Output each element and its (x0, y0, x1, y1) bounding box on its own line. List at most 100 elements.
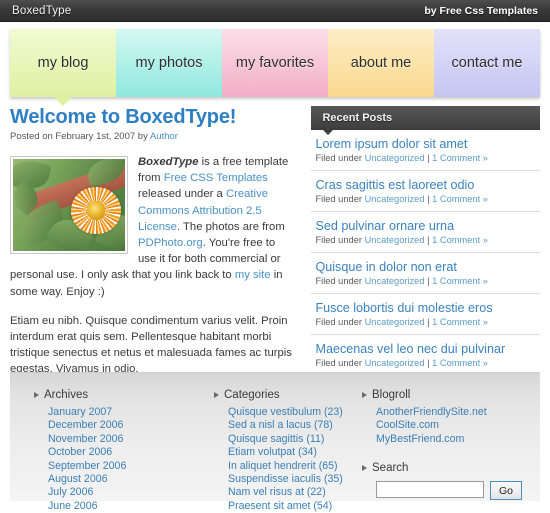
archive-link[interactable]: November 2006 (48, 433, 202, 446)
nav-item-label: my photos (135, 55, 203, 71)
free-css-templates-link[interactable]: Free CSS Templates (164, 172, 268, 184)
blogroll-link[interactable]: MyBestFriend.com (376, 433, 520, 446)
blogroll-link[interactable]: CoolSite.com (376, 419, 520, 432)
post-category-link[interactable]: Uncategorized (365, 235, 425, 245)
post-author-link[interactable]: Author (150, 131, 178, 142)
chevron-right-icon (362, 392, 367, 398)
category-link[interactable]: Suspendisse iaculis (35) (228, 473, 350, 486)
archives-heading-label: Archives (44, 389, 89, 401)
recent-post-meta: Filed under Uncategorized | 1 Comment » (315, 153, 487, 163)
recent-post-meta: Filed under Uncategorized | 1 Comment » (315, 194, 487, 204)
nav-item-label: contact me (451, 55, 523, 71)
post-category-link[interactable]: Uncategorized (365, 276, 425, 286)
post-meta-date: Posted on February 1st, 2007 by (10, 131, 150, 142)
recent-post-title[interactable]: Lorem ipsum dolor sit amet (315, 137, 540, 151)
post-meta: Posted on February 1st, 2007 by Author (10, 131, 295, 142)
meta-separator: | (424, 276, 433, 286)
template-credit: by Free Css Templates (424, 4, 538, 17)
gazania-flower (71, 186, 121, 235)
navigation-wrapper: my blog my photos my favorites about me cont… (0, 22, 550, 106)
chevron-right-icon (214, 392, 219, 398)
search-heading-label: Search (372, 462, 409, 475)
categories-list: Quisque vestibulum (23) Sed a nisl a lacu… (214, 406, 350, 513)
recent-post-item: Fusce lobortis dui molestie eros Filed un… (311, 294, 540, 335)
archive-link[interactable]: July 2006 (48, 486, 202, 499)
search-block: Search Go (362, 462, 522, 501)
post-category-link[interactable]: Uncategorized (365, 358, 425, 368)
archive-link[interactable]: August 2006 (48, 473, 202, 486)
blogroll-list: AnotherFriendlySite.net CoolSite.com MyBes… (362, 406, 520, 446)
filed-under-label: Filed under (315, 153, 365, 163)
recent-post-title[interactable]: Sed pulvinar ornare urna (315, 219, 540, 233)
archives-list: January 2007 December 2006 November 2006 Oc… (34, 406, 202, 513)
category-link[interactable]: Sed a nisl a lacus (78) (228, 419, 350, 432)
filed-under-label: Filed under (315, 317, 365, 327)
category-link[interactable]: Etiam volutpat (34) (228, 446, 350, 459)
archive-link[interactable]: June 2006 (48, 500, 202, 513)
nav-item-contact-me[interactable]: contact me (434, 29, 540, 97)
pdphoto-link[interactable]: PDPhoto.org (138, 237, 203, 249)
post-comments-link[interactable]: 1 Comment » (432, 276, 488, 286)
recent-post-title[interactable]: Cras sagittis est laoreet odio (315, 178, 540, 192)
filed-under-label: Filed under (315, 276, 365, 286)
sidebar: Recent Posts Lorem ipsum dolor sit amet F… (311, 106, 540, 376)
categories-heading-label: Categories (224, 389, 280, 401)
post-comments-link[interactable]: 1 Comment » (432, 235, 488, 245)
footer-categories-column: Categories Quisque vestibulum (23) Sed a … (214, 389, 362, 512)
filed-under-label: Filed under (315, 194, 365, 204)
my-site-link[interactable]: my site (235, 269, 271, 281)
recent-post-item: Sed pulvinar ornare urna Filed under Unca… (311, 212, 540, 253)
archive-link[interactable]: December 2006 (48, 419, 202, 432)
category-link[interactable]: Quisque sagittis (11) (228, 433, 350, 446)
recent-post-title[interactable]: Quisque in dolor non erat (315, 260, 540, 274)
meta-separator: | (424, 235, 433, 245)
pointer-icon (323, 130, 334, 135)
recent-post-item: Quisque in dolor non erat Filed under Unc… (311, 253, 540, 294)
search-input[interactable] (376, 481, 484, 499)
flower-photo (13, 159, 125, 251)
search-heading: Search (362, 462, 520, 474)
blogroll-heading: Blogroll (362, 389, 520, 401)
nav-item-my-favorites[interactable]: my favorites (222, 29, 328, 97)
footer: Archives January 2007 December 2006 Novemb… (10, 372, 540, 512)
post-thumbnail (10, 156, 128, 254)
post-category-link[interactable]: Uncategorized (365, 153, 425, 163)
nav-item-my-blog[interactable]: my blog (10, 29, 116, 106)
active-tab-pointer-icon (54, 97, 72, 106)
archive-link[interactable]: September 2006 (48, 460, 202, 473)
chevron-right-icon (362, 465, 367, 472)
footer-archives-column: Archives January 2007 December 2006 Novemb… (34, 389, 214, 512)
post-category-link[interactable]: Uncategorized (365, 194, 425, 204)
category-link[interactable]: In aliquet hendrerit (65) (228, 460, 350, 473)
recent-posts-heading: Recent Posts (311, 106, 540, 135)
page-title[interactable]: Welcome to BoxedType! (10, 106, 295, 129)
category-link[interactable]: Praesent sit amet (54) (228, 500, 350, 513)
main-column: Welcome to BoxedType! Posted on February… (10, 106, 301, 375)
recent-post-meta: Filed under Uncategorized | 1 Comment » (315, 358, 487, 368)
main-navigation: my blog my photos my favorites about me cont… (10, 29, 540, 106)
post-comments-link[interactable]: 1 Comment » (432, 194, 488, 204)
filed-under-label: Filed under (315, 235, 365, 245)
category-link[interactable]: Quisque vestibulum (23) (228, 406, 350, 419)
meta-separator: | (424, 358, 433, 368)
archives-heading: Archives (34, 389, 202, 401)
site-title: BoxedType (12, 4, 72, 17)
recent-post-title[interactable]: Fusce lobortis dui molestie eros (315, 301, 540, 315)
recent-post-title[interactable]: Maecenas vel leo nec dui pulvinar (315, 342, 540, 356)
post-category-link[interactable]: Uncategorized (365, 317, 425, 327)
recent-posts-heading-label: Recent Posts (322, 112, 393, 124)
paragraph-text: . The photos are from (176, 220, 285, 233)
archive-link[interactable]: January 2007 (48, 406, 202, 419)
nav-item-my-photos[interactable]: my photos (116, 29, 222, 97)
archive-link[interactable]: October 2006 (48, 446, 202, 459)
search-go-button[interactable]: Go (490, 481, 522, 501)
recent-posts-list: Lorem ipsum dolor sit amet Filed under Un… (311, 130, 540, 376)
post-comments-link[interactable]: 1 Comment » (432, 317, 488, 327)
category-link[interactable]: Nam vel risus at (22) (228, 486, 350, 499)
filed-under-label: Filed under (315, 358, 365, 368)
post-comments-link[interactable]: 1 Comment » (432, 153, 488, 163)
blogroll-link[interactable]: AnotherFriendlySite.net (376, 406, 520, 419)
post-comments-link[interactable]: 1 Comment » (432, 358, 488, 368)
nav-item-about-me[interactable]: about me (328, 29, 434, 97)
meta-separator: | (424, 317, 433, 327)
